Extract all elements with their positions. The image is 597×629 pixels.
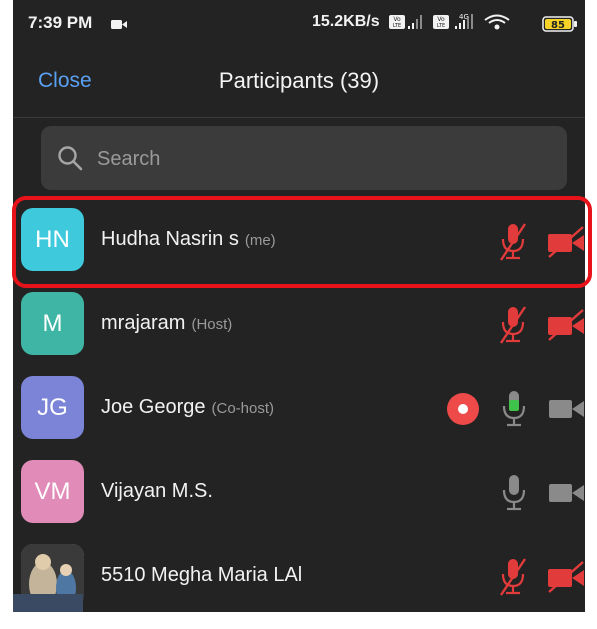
highlight-box	[12, 196, 592, 288]
battery-icon: 85	[542, 16, 578, 37]
avatar: M	[21, 292, 84, 355]
participant-name-text: mrajaram	[101, 312, 186, 334]
svg-text:LTE: LTE	[393, 23, 401, 29]
background-strip	[13, 594, 83, 612]
signal-icon: Vo LTE Vo LTE 4G	[389, 11, 537, 38]
participants-header: Close Participants (39)	[13, 44, 585, 118]
video-off-icon[interactable]	[547, 561, 585, 598]
participant-name: mrajaram (Host)	[101, 312, 232, 335]
mic-icon[interactable]	[501, 473, 527, 518]
video-icon[interactable]	[549, 398, 585, 425]
mic-muted-icon[interactable]	[499, 305, 527, 350]
participant-row[interactable]: 5510 Megha Maria LAl	[13, 535, 585, 612]
avatar: JG	[21, 376, 84, 439]
svg-text:LTE: LTE	[437, 23, 445, 29]
video-icon[interactable]	[549, 482, 585, 509]
page-title: Participants (39)	[218, 68, 380, 93]
participant-name: 5510 Megha Maria LAl	[101, 564, 302, 587]
svg-text:Vo: Vo	[393, 16, 401, 23]
participant-name-text: Joe George	[101, 396, 206, 418]
mic-muted-icon[interactable]	[499, 557, 527, 602]
battery-level: 85	[551, 20, 565, 31]
participant-name: Joe George (Co-host)	[101, 396, 274, 419]
participant-name: Vijayan M.S.	[101, 480, 213, 503]
record-icon	[446, 392, 480, 431]
status-bar: 7:39 PM 15.2KB/s Vo LTE Vo LTE 4G 85	[13, 0, 585, 44]
header-divider	[13, 117, 585, 118]
participant-row[interactable]: VM Vijayan M.S.	[13, 451, 585, 535]
participant-role: (Co-host)	[211, 400, 275, 417]
participant-role: (Host)	[191, 316, 233, 333]
svg-text:Vo: Vo	[437, 16, 445, 23]
avatar: VM	[21, 460, 84, 523]
search-bar[interactable]	[41, 126, 567, 190]
video-off-icon[interactable]	[547, 309, 585, 346]
participant-name-text: Vijayan M.S.	[101, 480, 213, 502]
participant-row[interactable]: M mrajaram (Host)	[13, 283, 585, 367]
search-input[interactable]	[95, 138, 549, 180]
network-speed: 15.2KB/s	[312, 13, 380, 30]
status-time: 7:39 PM	[28, 13, 93, 32]
zoom-participants-screen: 7:39 PM 15.2KB/s Vo LTE Vo LTE 4G 85 Clo…	[13, 0, 585, 612]
video-call-icon	[111, 17, 127, 35]
participant-row[interactable]: JG Joe George (Co-host)	[13, 367, 585, 451]
mic-active-icon[interactable]	[501, 389, 527, 434]
participant-name-text: 5510 Megha Maria LAl	[101, 564, 303, 586]
search-icon	[57, 145, 83, 176]
